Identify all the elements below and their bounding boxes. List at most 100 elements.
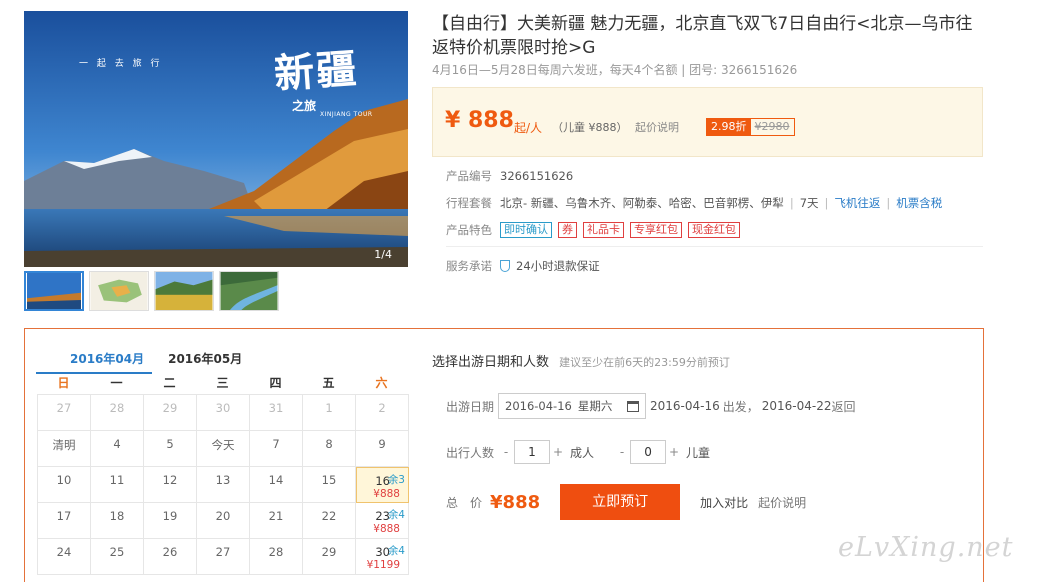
calendar-day: 12 bbox=[144, 467, 197, 503]
day-number: 1 bbox=[325, 401, 333, 415]
tag-coupon[interactable]: 券 bbox=[558, 222, 577, 238]
product-code-row: 产品编号 3266151626 bbox=[446, 168, 573, 184]
adult-minus-button[interactable]: - bbox=[498, 445, 514, 459]
calendar-day: 25 bbox=[91, 539, 144, 575]
day-number: 17 bbox=[56, 509, 72, 523]
adult-stepper: - 1 + bbox=[498, 440, 566, 464]
itinerary-transport-link[interactable]: 飞机往返 bbox=[834, 195, 880, 211]
day-number: 10 bbox=[56, 473, 72, 487]
tag-instant-confirm[interactable]: 即时确认 bbox=[500, 222, 552, 238]
calendar-day[interactable]: 23 余4 ¥888 bbox=[356, 503, 409, 539]
calendar-day: 7 bbox=[250, 431, 303, 467]
service-value: 24小时退款保证 bbox=[516, 259, 600, 273]
thumbnail-1[interactable] bbox=[24, 271, 84, 311]
hero-caption-en: XINJIANG TOUR bbox=[320, 111, 373, 118]
total-price: ¥888 bbox=[490, 491, 541, 513]
day-number: 21 bbox=[268, 509, 284, 523]
weekday-mon: 一 bbox=[110, 376, 123, 390]
booking-title-text: 选择出游日期和人数 bbox=[432, 355, 550, 370]
day-remaining: 余3 bbox=[387, 474, 405, 486]
day-number: 29 bbox=[321, 545, 337, 559]
add-compare-link[interactable]: 加入对比 bbox=[700, 494, 748, 511]
day-number: 18 bbox=[109, 509, 125, 523]
calendar-day: 17 bbox=[38, 503, 91, 539]
calendar-day: 18 bbox=[91, 503, 144, 539]
day-number: 19 bbox=[162, 509, 178, 523]
day-number: 28 bbox=[268, 545, 284, 559]
calendar-day: 11 bbox=[91, 467, 144, 503]
booking-hint: 建议至少在前6天的23:59分前预订 bbox=[559, 356, 730, 369]
day-price: ¥888 bbox=[373, 488, 400, 500]
weekday-header: 日 一 二 三 四 五 六 bbox=[37, 374, 408, 391]
child-word: 儿童 bbox=[686, 445, 711, 460]
calendar-day: 29 bbox=[144, 395, 197, 431]
price-explain-link-2[interactable]: 起价说明 bbox=[758, 494, 806, 511]
hero-caption-big: 新疆 bbox=[272, 45, 360, 98]
child-count-input[interactable]: 0 bbox=[630, 440, 667, 464]
calendar-day: 19 bbox=[144, 503, 197, 539]
weekday-sun: 日 bbox=[57, 376, 70, 390]
day-number: 27 bbox=[56, 401, 72, 415]
date-weekday: 星期六 bbox=[577, 399, 613, 413]
calendar-day: 5 bbox=[144, 431, 197, 467]
date-picker[interactable]: 2016-04-16 星期六 bbox=[498, 393, 646, 419]
calendar-day: 14 bbox=[250, 467, 303, 503]
discount-badge: 2.98折 ¥2980 bbox=[706, 118, 795, 136]
separator: | bbox=[789, 196, 794, 210]
features-row: 产品特色 即时确认 券 礼品卡 专享红包 现金红包 bbox=[446, 222, 740, 238]
itinerary-ticket-link[interactable]: 机票含税 bbox=[896, 195, 942, 211]
calendar-day: 2 bbox=[356, 395, 409, 431]
calendar-day: 28 bbox=[91, 395, 144, 431]
return-date: 2016-04-22 bbox=[761, 399, 832, 413]
calendar-day: 24 bbox=[38, 539, 91, 575]
tab-month-may[interactable]: 2016年05月 bbox=[160, 350, 250, 374]
calendar-day: 29 bbox=[303, 539, 356, 575]
calendar-day: 15 bbox=[303, 467, 356, 503]
calendar-day[interactable]: 30 余4 ¥1199 bbox=[356, 539, 409, 575]
calendar-day: 1 bbox=[303, 395, 356, 431]
weekday-thu: 四 bbox=[269, 376, 282, 390]
thumbnail-3[interactable] bbox=[154, 271, 214, 311]
depart-word: 出发， bbox=[722, 399, 759, 414]
book-now-button[interactable]: 立即预订 bbox=[560, 484, 681, 520]
calendar-day: 22 bbox=[303, 503, 356, 539]
day-number: 20 bbox=[215, 509, 231, 523]
itinerary-row: 行程套餐 北京- 新疆、乌鲁木齐、阿勒泰、哈密、巴音郭楞、伊犁 | 7天 | 飞… bbox=[446, 195, 942, 211]
day-number: 29 bbox=[162, 401, 178, 415]
calendar-day: 今天 bbox=[197, 431, 250, 467]
tab-month-april[interactable]: 2016年04月 bbox=[36, 350, 153, 374]
child-price: （儿童 ¥888） bbox=[552, 121, 628, 134]
calendar-icon bbox=[627, 400, 639, 412]
day-number: 4 bbox=[113, 437, 121, 451]
date-value: 2016-04-16 bbox=[505, 399, 572, 413]
calendar-day[interactable]: 16 余3 ¥888 bbox=[356, 467, 409, 503]
adult-count-input[interactable]: 1 bbox=[514, 440, 550, 464]
adult-plus-button[interactable]: + bbox=[550, 445, 566, 459]
calendar-day: 30 bbox=[197, 395, 250, 431]
separator: | bbox=[886, 196, 891, 210]
day-number: 9 bbox=[378, 437, 386, 451]
calendar-grid: 27 28 29 30 31 1 2 清明 4 5 今天 7 8 9 10 11 12 13 14 15 16 余3 ¥88… bbox=[37, 394, 409, 575]
day-number: 12 bbox=[162, 473, 178, 487]
day-number: 5 bbox=[166, 437, 174, 451]
tag-gift-card[interactable]: 礼品卡 bbox=[583, 222, 624, 238]
people-row: 出行人数 - 1 + 成人 - 0 + 儿童 bbox=[446, 440, 710, 464]
main-photo[interactable]: 一 起 去 旅 行 新疆 之旅 XINJIANG TOUR 1/4 bbox=[24, 11, 408, 267]
day-number: 2 bbox=[378, 401, 386, 415]
date-label: 出游日期 bbox=[446, 399, 495, 414]
child-minus-button[interactable]: - bbox=[614, 445, 630, 459]
child-plus-button[interactable]: + bbox=[666, 445, 682, 459]
price-explain-link[interactable]: 起价说明 bbox=[635, 119, 679, 135]
total-label: 总 价 bbox=[446, 495, 483, 510]
tag-cash-redpacket[interactable]: 现金红包 bbox=[688, 222, 740, 238]
separator: | bbox=[824, 196, 829, 210]
day-number: 28 bbox=[109, 401, 125, 415]
features-label: 产品特色 bbox=[446, 223, 492, 237]
calendar-day: 26 bbox=[144, 539, 197, 575]
calendar-month-tabs: 2016年04月 2016年05月 bbox=[36, 350, 258, 374]
thumbnail-2[interactable] bbox=[89, 271, 149, 311]
thumbnail-4[interactable] bbox=[219, 271, 279, 311]
tag-exclusive-redpacket[interactable]: 专享红包 bbox=[630, 222, 682, 238]
calendar-day: 8 bbox=[303, 431, 356, 467]
day-number: 15 bbox=[321, 473, 337, 487]
